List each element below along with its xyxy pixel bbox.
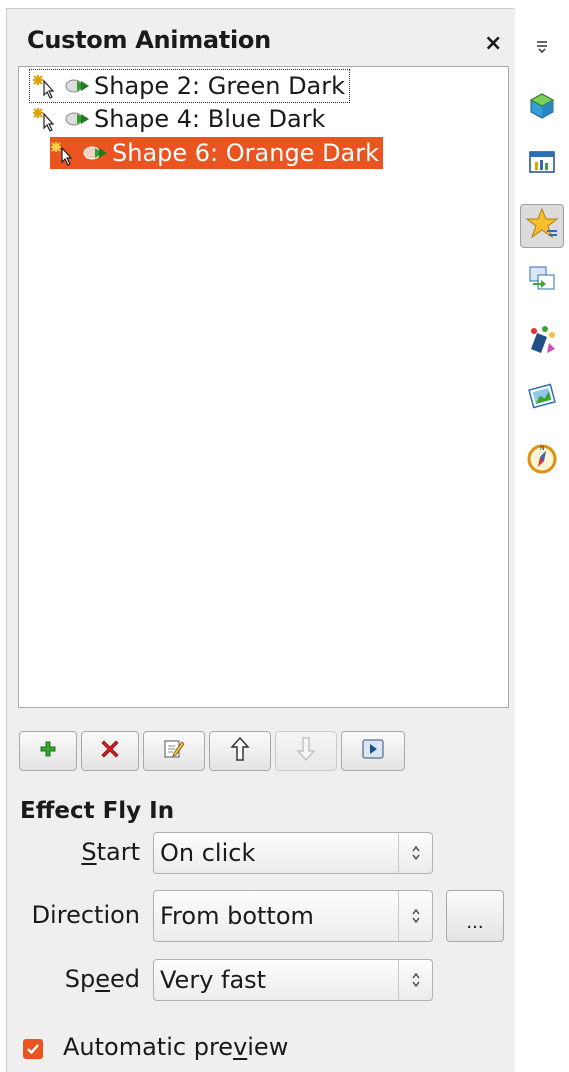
speed-select-value: Very fast	[160, 966, 267, 994]
direction-options-button[interactable]: ...	[446, 890, 504, 942]
start-select-value: On click	[160, 839, 256, 867]
start-label: Start	[81, 838, 140, 866]
sidebar-tab-custom-animation[interactable]	[520, 204, 564, 248]
direction-select-value: From bottom	[160, 902, 314, 930]
direction-select[interactable]: From bottom	[153, 890, 433, 942]
svg-text:N: N	[540, 445, 545, 452]
animation-list-item[interactable]: Shape 2: Green Dark	[28, 69, 351, 103]
close-panel-button[interactable]: ×	[484, 32, 502, 56]
entrance-effect-icon	[65, 109, 91, 129]
animation-item-label: Shape 2: Green Dark	[94, 72, 346, 100]
custom-animation-star-icon	[525, 207, 559, 245]
panel-title: Custom Animation	[27, 26, 271, 54]
on-click-trigger-icon	[50, 140, 80, 166]
sidebar-tab-gallery[interactable]	[520, 376, 564, 420]
sidebar-menu-icon[interactable]	[535, 38, 549, 57]
plus-icon	[39, 740, 57, 762]
sidebar-tab-properties[interactable]	[520, 86, 564, 130]
speed-label: Speed	[64, 965, 140, 993]
spin-arrows-icon	[398, 891, 432, 941]
properties-cube-icon	[527, 91, 557, 125]
sidebar-tab-navigator[interactable]: N	[520, 438, 564, 482]
animation-item-label: Shape 6: Orange Dark	[112, 139, 380, 167]
move-down-button[interactable]	[275, 731, 337, 771]
sidebar-tab-slide-transition[interactable]	[520, 258, 564, 302]
slide-transition-icon	[527, 263, 557, 297]
checkmark-icon	[27, 1044, 39, 1055]
sidebar-tab-styles[interactable]	[520, 320, 564, 364]
on-click-trigger-icon	[32, 73, 62, 99]
animation-list-item[interactable]: Shape 4: Blue Dark	[30, 103, 329, 135]
start-select[interactable]: On click	[153, 832, 433, 874]
gallery-icon	[526, 380, 558, 416]
red-x-icon	[100, 739, 120, 763]
master-slides-icon	[527, 147, 557, 181]
arrow-up-icon	[230, 736, 250, 766]
remove-effect-button[interactable]	[81, 731, 139, 771]
edit-icon	[162, 737, 186, 765]
direction-label: Direction	[31, 901, 140, 929]
effect-heading: Effect Fly In	[20, 798, 175, 824]
spin-arrows-icon	[398, 960, 432, 1000]
sidebar-tab-master-slides[interactable]	[520, 142, 564, 186]
change-effect-button[interactable]	[143, 731, 205, 771]
spin-arrows-icon	[398, 833, 432, 873]
automatic-preview-checkbox[interactable]	[23, 1039, 43, 1059]
navigator-compass-icon: N	[525, 441, 559, 479]
add-effect-button[interactable]	[19, 731, 77, 771]
play-icon	[362, 739, 384, 763]
entrance-effect-icon	[65, 76, 91, 96]
automatic-preview-label[interactable]: Automatic preview	[63, 1033, 288, 1061]
arrow-down-icon	[296, 736, 316, 766]
on-click-trigger-icon	[32, 106, 62, 132]
move-up-button[interactable]	[209, 731, 271, 771]
speed-select[interactable]: Very fast	[153, 959, 433, 1001]
play-button[interactable]	[341, 731, 405, 771]
entrance-effect-icon	[83, 143, 109, 163]
animation-item-label: Shape 4: Blue Dark	[94, 105, 326, 133]
styles-icon	[525, 323, 559, 361]
animation-list-item-selected[interactable]: Shape 6: Orange Dark	[50, 137, 384, 169]
